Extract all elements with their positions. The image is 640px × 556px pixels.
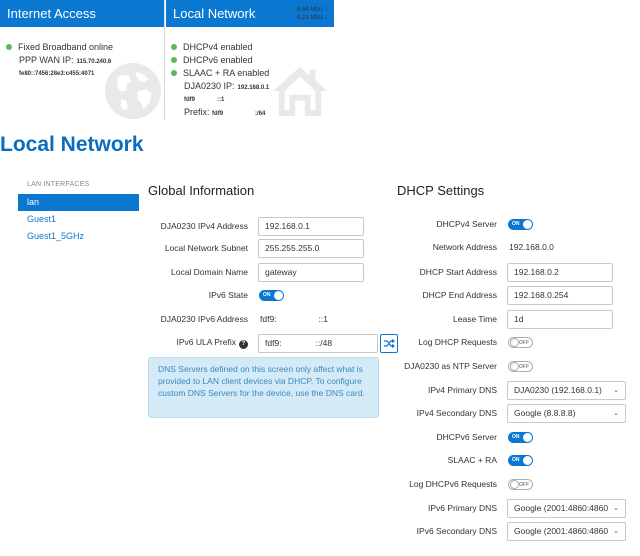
broadband-status: Fixed Broadband online (18, 42, 114, 52)
dhcpv6-server-toggle[interactable]: ON (508, 431, 533, 443)
rate-down: 8.21 Mb/s ↓ (296, 15, 328, 21)
ipv6-secondary-dns-select[interactable]: Google (2001:4860:4860 ⌄ (507, 521, 626, 541)
ula-prefix-label: IPv6 ULA Prefix (176, 337, 236, 347)
prefix-b: :/64 (255, 111, 266, 117)
lease-time-label: Lease Time (453, 314, 497, 324)
slaac-ra-toggle[interactable]: ON (508, 454, 533, 466)
rate-up: 6.64 Mb/s ↑ (296, 7, 328, 13)
log-dhcp-label: Log DHCP Requests (418, 337, 497, 347)
ipv4-primary-dns-select[interactable]: DJA0230 (192.168.0.1) ⌄ (507, 380, 626, 400)
log-dhcp-toggle[interactable]: OFF (508, 336, 533, 348)
throughput-rates: 6.64 Mb/s ↑ 8.21 Mb/s ↓ (297, 6, 328, 22)
router-ipv6-a: fdf9 (184, 97, 195, 103)
prefix-a: fdf9 (212, 111, 224, 117)
slaac-status-dot (171, 70, 177, 76)
global-information-title: Global Information (148, 183, 255, 198)
ula-prefix-a: fdf9: (265, 338, 282, 348)
ntp-server-toggle[interactable]: OFF (508, 360, 533, 372)
page-title: Local Network (0, 133, 144, 156)
ipv4-address-label: DJA0230 IPv4 Address (160, 221, 248, 231)
slaac-ra-label: SLAAC + RA (447, 455, 497, 465)
dhcpv4-server-toggle[interactable]: ON (508, 218, 533, 230)
ipv6-address-suffix-part: ::1 (318, 314, 328, 324)
ipv6-address-prefix-part: fdf9: (260, 314, 277, 324)
lan-interfaces-sidebar: LAN INTERFACES lan Guest1 Guest1_5GHz (18, 181, 139, 245)
dns-info-box: DNS Servers defined on this screen only … (148, 357, 379, 418)
ipv4-secondary-dns-select[interactable]: Google (8.8.8.8) ⌄ (507, 403, 626, 423)
dhcpv6-status-dot (171, 57, 177, 63)
router-ip-label: DJA0230 IP: (184, 81, 235, 91)
dhcpv4-server-label: DHCPv4 Server (436, 219, 497, 229)
ipv6-primary-dns-select[interactable]: Google (2001:4860:4860 ⌄ (507, 498, 626, 518)
chevron-down-icon: ⌄ (613, 528, 619, 535)
dhcp-start-label: DHCP Start Address (419, 267, 497, 277)
dhcpv6-server-label: DHCPv6 Server (436, 432, 497, 442)
online-status-dot (6, 44, 12, 50)
ula-prefix-input[interactable]: fdf9: ::/48 (258, 333, 378, 353)
dhcpv4-status-dot (171, 44, 177, 50)
chevron-down-icon: ⌄ (613, 387, 619, 394)
router-ip-value: 192.168.0.1 (237, 85, 270, 91)
dhcpv6-status: DHCPv6 enabled (183, 55, 253, 65)
ipv6-secondary-dns-label: IPv6 Secondary DNS (416, 526, 497, 536)
ipv4-primary-dns-label: IPv4 Primary DNS (428, 385, 497, 395)
internet-access-card-title: Internet Access (0, 0, 164, 27)
ipv6-state-toggle[interactable]: ON (259, 289, 284, 301)
subnet-label: Local Network Subnet (164, 243, 248, 253)
ipv6-address-label: DJA0230 IPv6 Address (160, 314, 248, 324)
dhcp-start-input[interactable] (507, 262, 613, 282)
network-address-label: Network Address (432, 242, 497, 252)
sidebar-item-guest1[interactable]: Guest1 (18, 211, 139, 228)
dhcp-end-input[interactable] (507, 285, 613, 305)
help-icon[interactable]: ? (239, 340, 248, 349)
dhcpv4-status: DHCPv4 enabled (183, 42, 253, 52)
wan-ip-label: PPP WAN IP: (19, 55, 74, 65)
local-network-card[interactable]: Local Network 6.64 Mb/s ↑ 8.21 Mb/s ↓ DH… (166, 0, 334, 120)
dhcp-end-label: DHCP End Address (422, 290, 498, 300)
internet-access-card[interactable]: Internet Access Fixed Broadband online P… (0, 0, 165, 120)
globe-icon (104, 62, 162, 120)
lease-time-input[interactable] (507, 309, 613, 329)
domain-name-input[interactable] (258, 262, 364, 282)
ula-prefix-b: ::/48 (315, 338, 333, 348)
network-address-value: 192.168.0.0 (509, 242, 554, 252)
log-dhcpv6-toggle[interactable]: OFF (508, 478, 533, 490)
sidebar-item-lan[interactable]: lan (18, 194, 139, 211)
shuffle-icon (383, 338, 395, 348)
ipv6-primary-dns-label: IPv6 Primary DNS (428, 503, 497, 513)
subnet-input[interactable] (258, 238, 364, 258)
ipv4-secondary-dns-label: IPv4 Secondary DNS (416, 408, 497, 418)
generate-ula-prefix-button[interactable] (380, 333, 398, 353)
prefix-label: Prefix: (184, 107, 210, 117)
chevron-down-icon: ⌄ (613, 505, 619, 512)
slaac-status: SLAAC + RA enabled (183, 68, 270, 78)
ipv4-address-input[interactable] (258, 216, 364, 236)
sidebar-heading: LAN INTERFACES (27, 181, 90, 188)
ipv6-state-label: IPv6 State (208, 290, 248, 300)
domain-name-label: Local Domain Name (170, 267, 248, 277)
sidebar-item-guest1-5ghz[interactable]: Guest1_5GHz (18, 228, 139, 245)
log-dhcpv6-label: Log DHCPv6 Requests (409, 479, 497, 489)
router-ipv6-b: ::1 (217, 97, 225, 103)
house-icon (273, 66, 327, 117)
ntp-server-label: DJA0230 as NTP Server (404, 361, 497, 371)
dhcp-settings-title: DHCP Settings (397, 183, 485, 198)
chevron-down-icon: ⌄ (613, 410, 619, 417)
